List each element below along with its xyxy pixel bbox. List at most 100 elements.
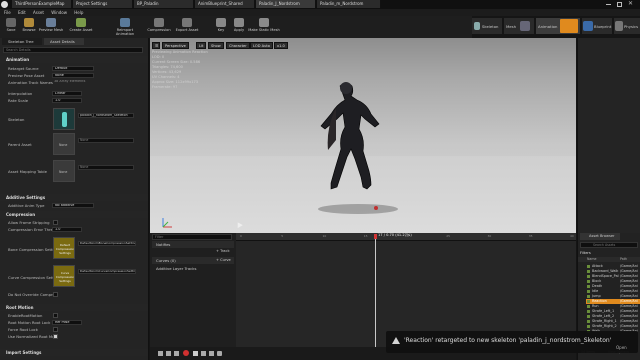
- asset-list-item[interactable]: Strafe_Left_1/Game/Ani: [586, 309, 640, 314]
- interpolation-select[interactable]: Linear: [52, 91, 82, 96]
- notifies-track[interactable]: Notifies: [152, 241, 234, 248]
- browse-button[interactable]: Browse: [18, 17, 40, 37]
- parent-asset-thumbnail[interactable]: None: [53, 133, 75, 155]
- menu-help[interactable]: Help: [74, 10, 83, 15]
- editor-tab-active[interactable]: Paladin_J_Nordstrom: [256, 0, 316, 8]
- section-import-settings[interactable]: Import Settings: [0, 349, 148, 356]
- asset-list-item[interactable]: Reaction/Game/Ani: [586, 299, 640, 304]
- animation-asset-icon: [587, 315, 590, 318]
- asset-search-input[interactable]: Search Assets: [580, 242, 638, 248]
- viewport-menu-button[interactable]: ☰: [152, 42, 160, 49]
- viewport[interactable]: [150, 38, 576, 233]
- asset-list-item[interactable]: Idle/Game/Ani: [586, 289, 640, 294]
- section-root-motion[interactable]: Root Motion: [0, 304, 148, 311]
- use-normalized-root-checkbox[interactable]: [53, 334, 58, 339]
- viewport-stat: Framerate: 97: [152, 85, 178, 89]
- menu-window[interactable]: Window: [51, 10, 67, 15]
- preview-mesh-button[interactable]: Preview Mesh: [38, 17, 64, 37]
- root-lock-select[interactable]: Ref Pose: [52, 320, 82, 325]
- preview-pose-select[interactable]: None: [52, 73, 94, 78]
- paladin-character[interactable]: [310, 78, 380, 213]
- perspective-button[interactable]: Perspective: [162, 42, 189, 49]
- make-static-mesh-button[interactable]: Make Static Mesh: [248, 17, 280, 37]
- skeleton-asset-value[interactable]: paladin_j_nordstrom_Skeleton: [78, 113, 134, 118]
- column-path[interactable]: Path: [620, 257, 627, 261]
- reimport-animation-button[interactable]: Reimport Animation: [108, 17, 142, 37]
- asset-list-item[interactable]: BlendSpace_Pal/Game/Ani: [586, 274, 640, 279]
- editor-tab[interactable]: Project Settings: [73, 0, 133, 8]
- enable-root-motion-checkbox[interactable]: [53, 313, 58, 318]
- show-button[interactable]: Show: [208, 42, 224, 49]
- playback-speed-button[interactable]: x1.0: [274, 42, 288, 49]
- character-button[interactable]: Character: [226, 42, 250, 49]
- notification-open-link[interactable]: Open: [616, 345, 627, 350]
- column-name[interactable]: Name: [587, 257, 596, 261]
- editor-tab[interactable]: Paladin_m_Nordstrom: [317, 0, 381, 8]
- close-icon[interactable]: ✕: [628, 0, 633, 7]
- additive-anim-type-select[interactable]: No additive: [52, 203, 94, 208]
- allow-frame-stripping-checkbox[interactable]: [53, 220, 58, 225]
- do-not-override-checkbox[interactable]: [53, 292, 58, 297]
- asset-list-item[interactable]: Attack/Game/Ani: [586, 264, 640, 269]
- asset-list-item[interactable]: Run/Game/Ani: [586, 304, 640, 309]
- compression-error-input[interactable]: 1.0: [52, 227, 82, 232]
- step-back-icon[interactable]: [166, 351, 171, 356]
- editor-tab[interactable]: BP_Paladin: [134, 0, 194, 8]
- create-asset-button[interactable]: Create Asset: [68, 17, 94, 37]
- asset-list-item[interactable]: Death/Game/Ani: [586, 284, 640, 289]
- editor-tab[interactable]: ThirdPersonExampleMap: [12, 0, 72, 8]
- asset-list-item[interactable]: Strafe_Left_2/Game/Ani: [586, 314, 640, 319]
- curve-compression-thumbnail[interactable]: Curve Compression Settings: [53, 265, 75, 287]
- force-root-lock-checkbox[interactable]: [53, 327, 58, 332]
- details-search-input[interactable]: Search Details: [3, 47, 143, 53]
- rate-scale-input[interactable]: 1.0: [52, 98, 82, 103]
- curve-compression-value[interactable]: DefaultAnimCurveCompressionSettings: [78, 269, 136, 274]
- section-additive-settings[interactable]: Additive Settings: [0, 194, 148, 201]
- lod-auto-button[interactable]: LOD Auto: [250, 42, 273, 49]
- loop-icon[interactable]: [217, 351, 222, 356]
- lit-button[interactable]: Lit: [196, 42, 207, 49]
- asset-browser-tab[interactable]: Asset Browser: [580, 233, 620, 240]
- tab-asset-details[interactable]: Asset Details: [44, 38, 84, 45]
- play-icon[interactable]: [193, 351, 198, 356]
- asset-mapping-thumbnail[interactable]: None: [53, 160, 75, 182]
- section-animation[interactable]: Animation: [0, 56, 148, 63]
- menu-edit[interactable]: Edit: [18, 10, 26, 15]
- blueprint-mode-button[interactable]: Blueprint: [582, 18, 612, 34]
- maximize-icon[interactable]: [617, 2, 622, 7]
- asset-list-item[interactable]: Strafe_Right_1/Game/Ani: [586, 319, 640, 324]
- animation-mode-button[interactable]: Animation: [536, 18, 580, 34]
- additive-layer-track[interactable]: Additive Layer Tracks: [152, 265, 234, 272]
- skip-to-end-icon[interactable]: [209, 351, 214, 356]
- asset-list-item[interactable]: Strafe_Right_2/Game/Ani: [586, 324, 640, 329]
- asset-list-item[interactable]: Jump/Game/Ani: [586, 294, 640, 299]
- skeleton-thumbnail[interactable]: [53, 108, 75, 130]
- add-notify-track-button[interactable]: + Track: [216, 249, 230, 253]
- compression-button[interactable]: Compression: [146, 17, 172, 37]
- retarget-source-select[interactable]: Default: [52, 66, 94, 71]
- menu-file[interactable]: File: [4, 10, 11, 15]
- skip-to-start-icon[interactable]: [158, 351, 163, 356]
- mesh-mode-button[interactable]: Mesh: [504, 18, 534, 34]
- apply-button[interactable]: Apply: [228, 17, 250, 37]
- asset-filters-button[interactable]: Filters: [580, 251, 591, 255]
- skeleton-mode-button[interactable]: Skeleton: [472, 18, 502, 34]
- asset-list-item[interactable]: Block/Game/Ani: [586, 279, 640, 284]
- minimize-icon[interactable]: [606, 4, 611, 5]
- add-curve-button[interactable]: + Curve: [216, 258, 231, 262]
- physics-mode-button[interactable]: Physics: [614, 18, 640, 34]
- editor-tab[interactable]: AnimBlueprint_Shared: [195, 0, 255, 8]
- step-forward-icon[interactable]: [201, 351, 206, 356]
- menu-asset[interactable]: Asset: [33, 10, 44, 15]
- section-compression[interactable]: Compression: [0, 211, 148, 218]
- tab-skeleton-tree[interactable]: Skeleton Tree: [2, 38, 42, 45]
- asset-list-item[interactable]: Backward_Walk/Game/Ani: [586, 269, 640, 274]
- play-reverse-icon[interactable]: [174, 351, 179, 356]
- asset-mapping-value[interactable]: None: [78, 165, 134, 170]
- export-asset-button[interactable]: Export Asset: [174, 17, 200, 37]
- record-icon[interactable]: [183, 350, 189, 356]
- parent-asset-value[interactable]: None: [78, 138, 134, 143]
- bone-compression-value[interactable]: DefaultAnimBoneCompressionSettings: [78, 241, 136, 246]
- timeline-filter-input[interactable]: Filter: [152, 234, 232, 240]
- bone-compression-thumbnail[interactable]: Default Compression Settings: [53, 237, 75, 259]
